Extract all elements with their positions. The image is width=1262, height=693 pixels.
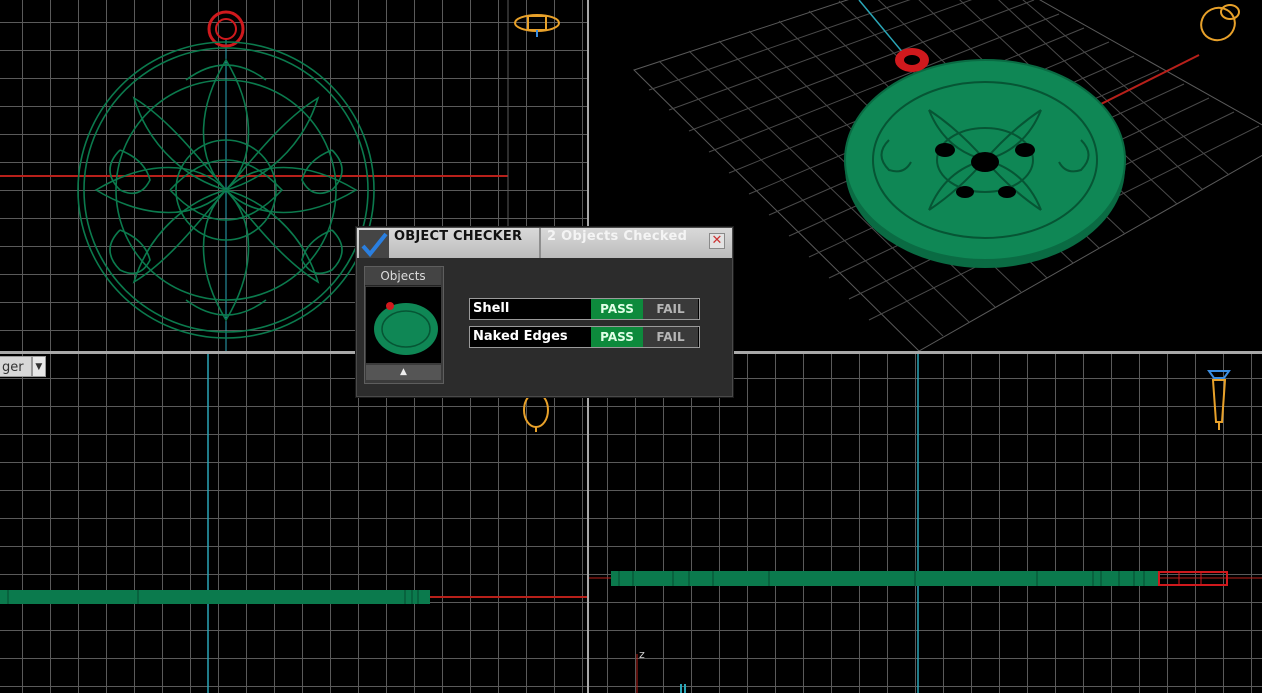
object-checker-dialog: OBJECT CHECKER 2 Objects Checked ✕ Objec… [356, 227, 733, 397]
object-thumbnail[interactable] [366, 287, 441, 363]
objects-label: Objects [365, 267, 441, 286]
check-row-shell: Shell PASS FAIL [469, 298, 700, 320]
fail-badge[interactable]: FAIL [643, 327, 698, 347]
viewport-right[interactable]: z [589, 354, 1262, 693]
ring-view-icon-top[interactable] [512, 8, 562, 38]
scroll-up-button[interactable]: ▲ [366, 365, 441, 380]
title-separator [539, 228, 541, 258]
pass-badge[interactable]: PASS [591, 299, 643, 319]
dialog-title: OBJECT CHECKER [394, 229, 523, 244]
check-name: Naked Edges [473, 329, 568, 344]
ring-view-icon-perspective[interactable] [1196, 0, 1246, 44]
checkmark-icon [359, 230, 389, 258]
axis-z-label: z [639, 648, 645, 661]
fail-badge[interactable]: FAIL [643, 299, 698, 319]
pass-badge[interactable]: PASS [591, 327, 643, 347]
pendant-front-view [0, 354, 587, 693]
objects-panel: Objects ▲ [364, 266, 444, 384]
objects-checked-status: 2 Objects Checked [547, 229, 688, 244]
dialog-titlebar[interactable]: OBJECT CHECKER 2 Objects Checked ✕ [357, 228, 732, 258]
layer-dropdown[interactable]: ger ▼ [0, 356, 46, 377]
pendant-right-view [589, 354, 1262, 693]
ring-view-icon-right[interactable] [1204, 366, 1234, 432]
check-name: Shell [473, 301, 510, 316]
layer-dropdown-value: ger [0, 356, 32, 377]
close-button[interactable]: ✕ [709, 233, 725, 249]
check-row-naked-edges: Naked Edges PASS FAIL [469, 326, 700, 348]
close-icon: ✕ [711, 233, 723, 248]
viewport-front[interactable] [0, 354, 587, 693]
chevron-down-icon[interactable]: ▼ [31, 356, 46, 377]
